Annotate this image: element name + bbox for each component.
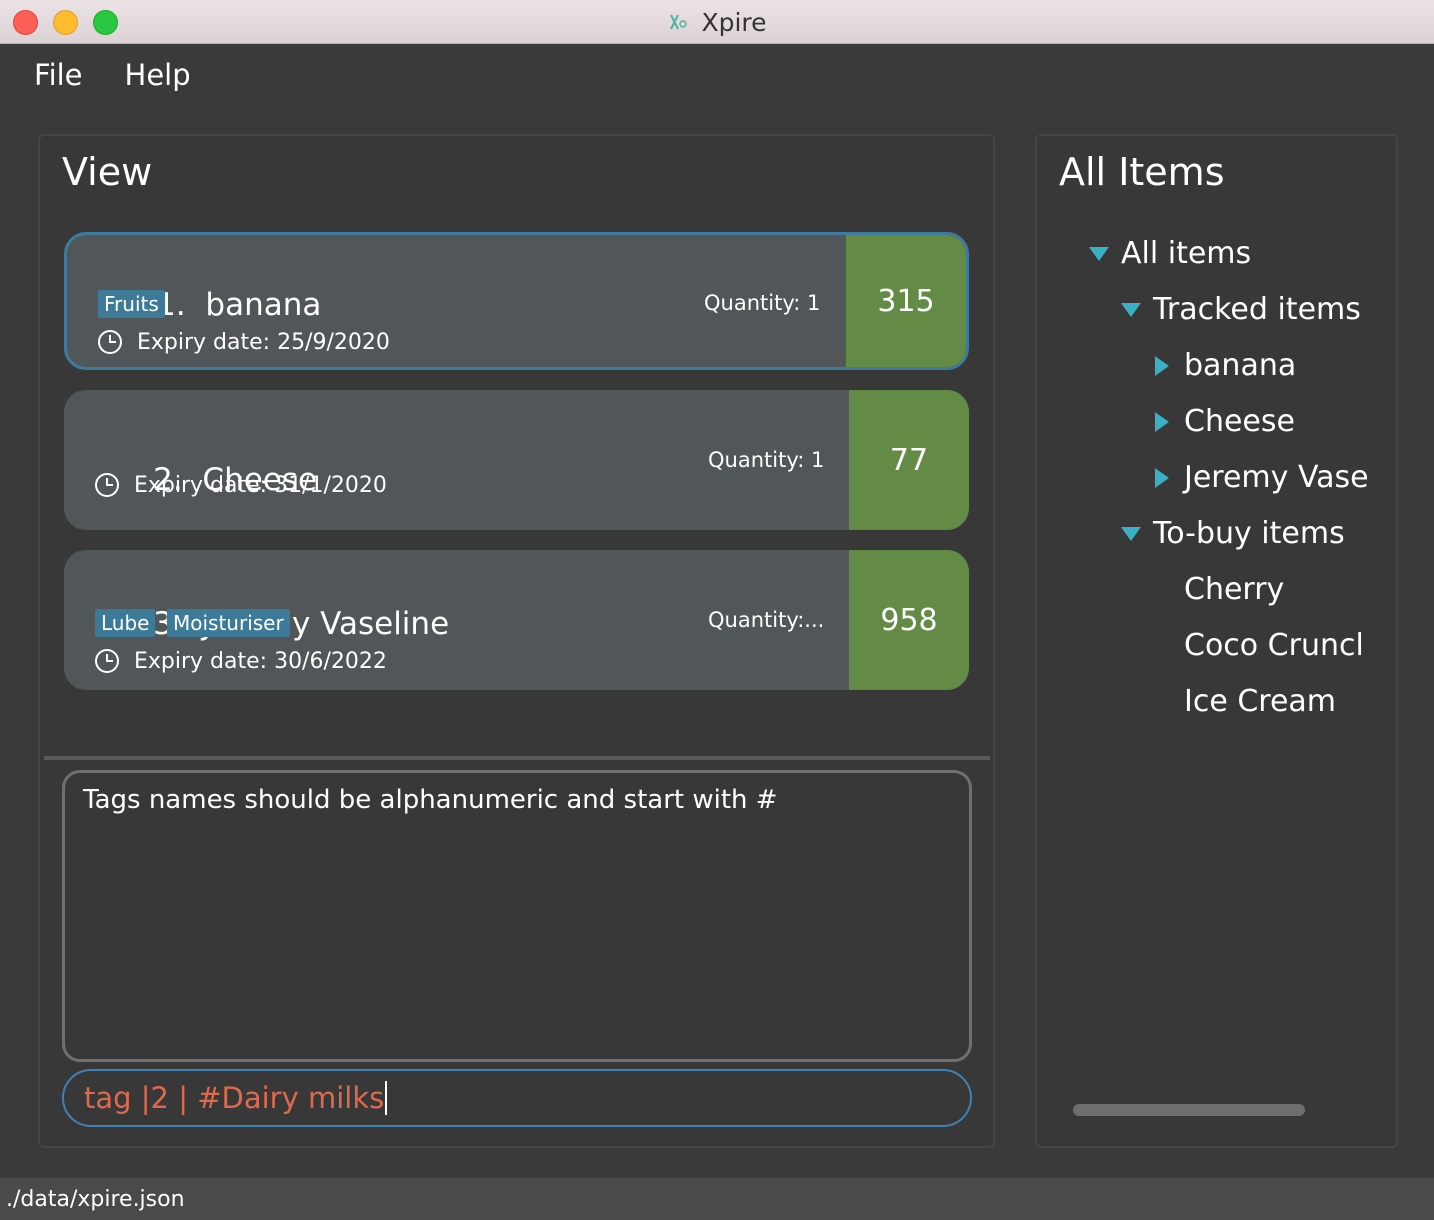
item-card[interactable]: 2. Cheese Expiry date: 31/1/2020 Quantit…	[64, 390, 969, 530]
tree-label: Cheese	[1184, 404, 1295, 439]
quantity-label: Quantity: 1	[708, 448, 825, 472]
split-divider[interactable]	[44, 756, 990, 760]
result-display: Tags names should be alphanumeric and st…	[62, 770, 972, 1062]
tree-node-item[interactable]: banana	[1155, 348, 1296, 383]
tree-node-item[interactable]: Coco Cruncl	[1184, 628, 1364, 663]
menu-help[interactable]: Help	[125, 58, 191, 92]
collapsed-arrow-icon[interactable]	[1155, 411, 1169, 432]
tree-label: Tracked items	[1153, 292, 1361, 327]
tree-label: Jeremy Vase	[1184, 460, 1369, 495]
tag-badge: Moisturiser	[167, 609, 290, 637]
tag-badge: Lube	[95, 609, 156, 637]
tree-node-item[interactable]: Cherry	[1184, 572, 1284, 607]
tag-badge: Fruits	[98, 290, 165, 318]
command-box[interactable]: tag |2 | #Dairy milks	[62, 1069, 972, 1127]
tree-node-item[interactable]: Jeremy Vase	[1155, 460, 1369, 495]
tree-node-item[interactable]: Cheese	[1155, 404, 1295, 439]
status-bar: ./data/xpire.json	[0, 1178, 1434, 1220]
tree-label: Ice Cream	[1184, 684, 1337, 719]
tree-label: Coco Cruncl	[1184, 628, 1364, 663]
tree-label: To-buy items	[1153, 516, 1345, 551]
view-panel: View 1. banana Fruits Expiry date: 25/9/…	[38, 134, 995, 1148]
clock-icon	[95, 473, 119, 497]
days-left-badge: 315	[846, 235, 966, 367]
all-items-panel: All Items All items Tracked items banana…	[1035, 134, 1398, 1148]
quantity-label: Quantity:...	[708, 608, 825, 632]
collapsed-arrow-icon[interactable]	[1155, 467, 1169, 488]
tree-node-tobuy[interactable]: To-buy items	[1121, 516, 1345, 551]
tree-label: banana	[1184, 348, 1297, 383]
text-caret	[385, 1081, 388, 1115]
quantity-label: Quantity: 1	[704, 291, 821, 315]
tree-node-item[interactable]: Ice Cream	[1184, 684, 1336, 719]
tree-node-tracked[interactable]: Tracked items	[1121, 292, 1361, 327]
days-left-badge: 958	[849, 550, 969, 690]
command-input[interactable]: tag |2 | #Dairy milks	[84, 1081, 384, 1115]
item-card[interactable]: 3. Jeremy Vaseline Lube Moisturiser Expi…	[64, 550, 969, 690]
result-message: Tags names should be alphanumeric and st…	[83, 785, 778, 815]
clock-icon	[95, 649, 119, 673]
expanded-arrow-icon[interactable]	[1121, 302, 1141, 317]
xpire-logo-icon	[667, 11, 689, 33]
clock-icon	[98, 330, 122, 354]
items-tree: All items Tracked items banana Cheese Je…	[1037, 136, 1370, 1136]
title-bar: Xpire	[0, 0, 1434, 44]
card-name: banana	[205, 287, 322, 323]
item-card[interactable]: 1. banana Fruits Expiry date: 25/9/2020 …	[64, 232, 969, 370]
collapsed-arrow-icon[interactable]	[1155, 355, 1169, 376]
data-file-path: ./data/xpire.json	[6, 1186, 185, 1212]
expiry-date: Expiry date: 30/6/2022	[134, 648, 387, 674]
expanded-arrow-icon[interactable]	[1121, 526, 1141, 541]
menu-file[interactable]: File	[34, 58, 83, 92]
window-title: Xpire	[701, 7, 767, 37]
tree-node-all-items[interactable]: All items	[1089, 236, 1251, 271]
tree-label: Cherry	[1184, 572, 1285, 607]
horizontal-scrollbar[interactable]	[1073, 1104, 1305, 1116]
expiry-date: Expiry date: 31/1/2020	[134, 472, 387, 498]
expiry-date: Expiry date: 25/9/2020	[137, 329, 390, 355]
days-left-badge: 77	[849, 390, 969, 530]
menu-bar: File Help	[0, 44, 1434, 106]
tree-label: All items	[1121, 236, 1252, 271]
view-panel-title: View	[62, 150, 153, 194]
expanded-arrow-icon[interactable]	[1089, 246, 1109, 261]
